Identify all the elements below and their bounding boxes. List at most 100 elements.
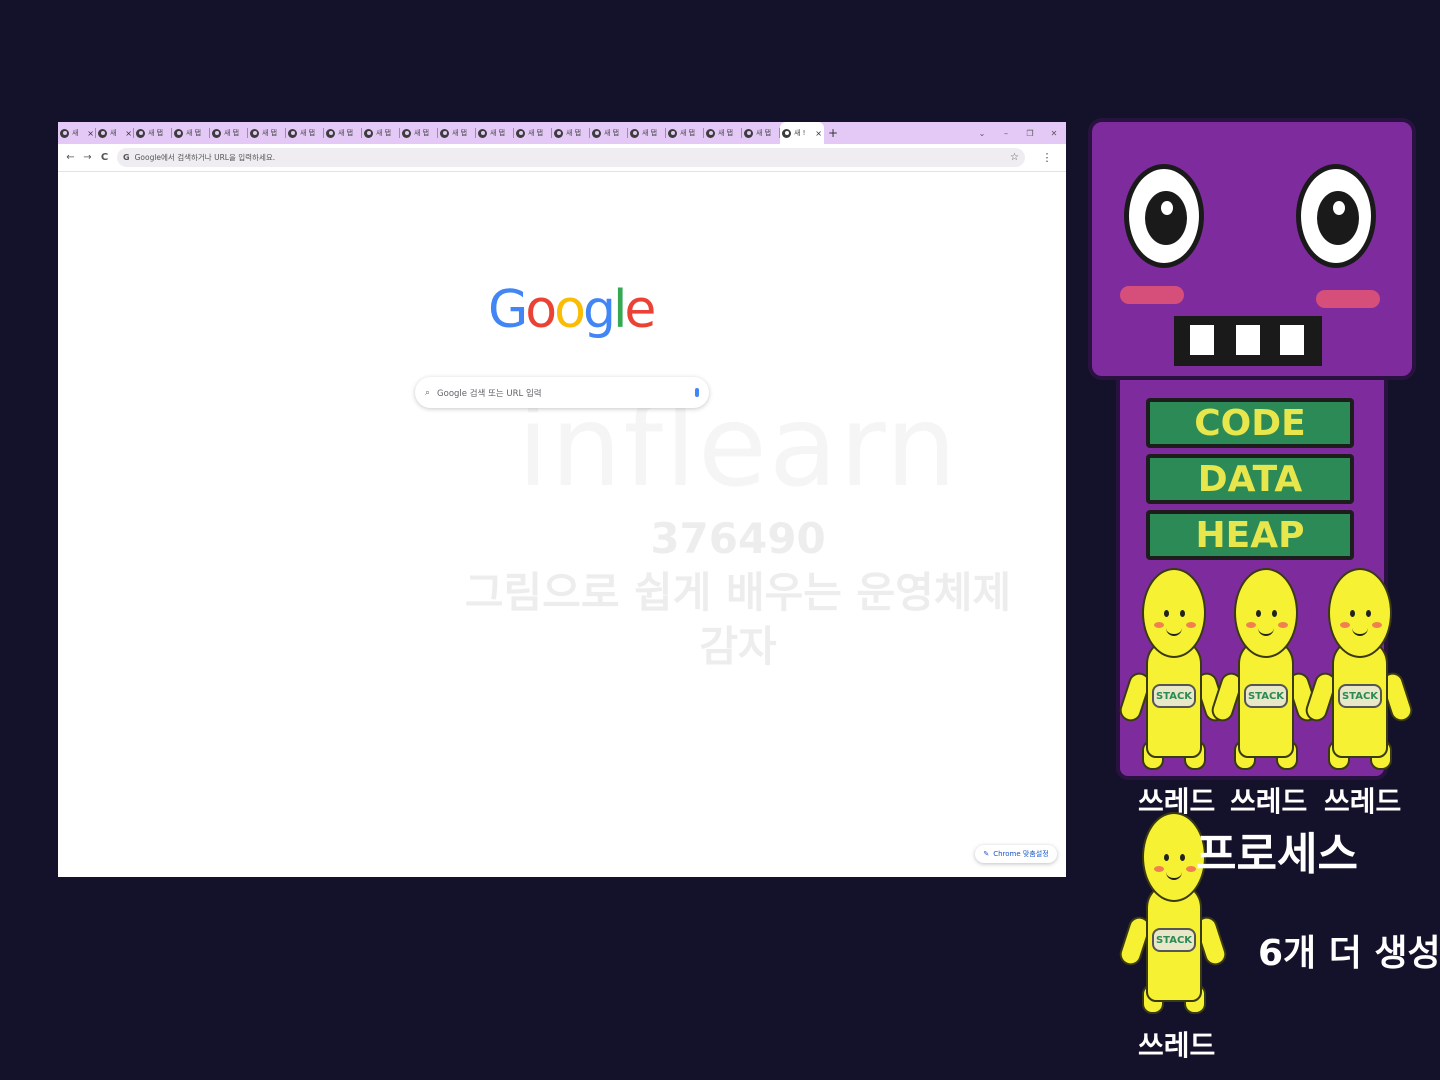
tab-label: 새 탭 — [300, 129, 316, 137]
chrome-favicon-icon — [668, 128, 677, 138]
browser-tab[interactable]: 새 탭 — [590, 122, 628, 144]
tab-label: 새 탭 — [148, 129, 164, 137]
chrome-favicon-icon — [592, 128, 601, 138]
address-bar-placeholder: Google에서 검색하거나 URL을 입력하세요. — [134, 153, 276, 162]
google-search-box[interactable]: ⌕ Google 검색 또는 URL 입력 — [415, 377, 709, 408]
microphone-icon[interactable] — [695, 388, 699, 397]
browser-tab[interactable]: 새 × — [96, 122, 134, 144]
google-g-icon: G — [123, 153, 130, 162]
browser-tab[interactable]: 새 탭 — [248, 122, 286, 144]
tab-search-icon[interactable]: ⌄ — [970, 129, 994, 138]
chrome-favicon-icon — [554, 128, 563, 138]
browser-tab[interactable]: 새 탭 — [704, 122, 742, 144]
browser-tab[interactable]: 새 탭 — [438, 122, 476, 144]
browser-tab[interactable]: 새 탭 — [552, 122, 590, 144]
tab-label: 새 탭 — [414, 129, 430, 137]
robot-teeth — [1174, 316, 1322, 366]
forward-icon[interactable]: → — [79, 152, 96, 163]
tab-close-icon[interactable]: × — [87, 129, 94, 138]
chrome-menu-icon[interactable]: ⋮ — [1035, 151, 1059, 164]
google-logo-letter: G — [488, 280, 528, 340]
restore-icon[interactable]: ❐ — [1018, 129, 1042, 138]
chrome-favicon-icon — [516, 128, 525, 138]
robot-left-cheek — [1120, 286, 1184, 304]
stack-badge: STACK — [1244, 684, 1288, 708]
customize-chrome-button[interactable]: ✎ Chrome 맞춤설정 — [975, 845, 1057, 863]
tab-close-icon[interactable]: × — [815, 129, 822, 138]
tab-label: 새 탭 — [338, 129, 354, 137]
chrome-favicon-icon — [326, 128, 335, 138]
browser-tab[interactable]: 새 탭 — [172, 122, 210, 144]
browser-tab[interactable]: 새 탭 — [476, 122, 514, 144]
tab-label: 새 탭 — [756, 129, 772, 137]
chrome-favicon-icon — [440, 128, 449, 138]
tab-label: 새 — [72, 129, 79, 137]
window-controls: ⌄ – ❐ ✕ — [970, 129, 1066, 138]
tab-label: 새 탭 — [604, 129, 620, 137]
browser-tab[interactable]: 새 × — [58, 122, 96, 144]
thread-label: 쓰레드 — [1230, 785, 1308, 818]
tab-label: 새 탭 — [566, 129, 582, 137]
robot-left-eye — [1124, 164, 1204, 268]
thread-character: STACK — [1116, 568, 1230, 778]
google-logo-letter: g — [582, 280, 616, 340]
chrome-favicon-icon — [364, 128, 373, 138]
thread-character: STACK — [1208, 568, 1322, 778]
new-tab-button[interactable]: + — [824, 126, 842, 140]
tab-strip: 새 × 새 × 새 탭새 탭새 탭새 탭새 탭새 탭새 탭새 탭새 탭새 탭새 탭새 탭… — [58, 122, 1066, 144]
minimize-icon[interactable]: – — [994, 129, 1018, 138]
browser-tab[interactable]: 새 탭 — [514, 122, 552, 144]
thread-character: STACK — [1302, 568, 1416, 778]
search-icon: ⌕ — [425, 387, 431, 398]
close-window-icon[interactable]: ✕ — [1042, 129, 1066, 138]
chrome-favicon-icon — [288, 128, 297, 138]
search-placeholder: Google 검색 또는 URL 입력 — [437, 388, 542, 399]
chrome-favicon-icon — [744, 128, 753, 138]
tab-label: 새 — [110, 129, 117, 137]
browser-tab[interactable]: 새 탭 — [666, 122, 704, 144]
browser-tab[interactable]: 새 탭 — [400, 122, 438, 144]
browser-tab[interactable]: 새 ! × — [780, 122, 824, 144]
watermark-suffix: 감자 — [699, 622, 777, 671]
browser-tab[interactable]: 새 탭 — [362, 122, 400, 144]
google-logo: Google — [488, 280, 656, 340]
stack-badge: STACK — [1152, 684, 1196, 708]
chrome-favicon-icon — [98, 128, 107, 138]
google-logo-letter: o — [554, 280, 586, 340]
browser-tab[interactable]: 새 탭 — [286, 122, 324, 144]
browser-toolbar: ← → C G Google에서 검색하거나 URL을 입력하세요. ☆ ⋮ — [58, 144, 1066, 172]
tab-label: 새 탭 — [528, 129, 544, 137]
google-logo-letter: l — [612, 280, 628, 340]
reload-icon[interactable]: C — [96, 152, 113, 163]
chrome-favicon-icon — [478, 128, 487, 138]
chrome-favicon-icon — [60, 128, 69, 138]
create-more-note: 6개 더 생성 — [1258, 933, 1440, 974]
chrome-favicon-icon — [174, 128, 183, 138]
tab-label: 새 탭 — [186, 129, 202, 137]
address-bar[interactable]: G Google에서 검색하거나 URL을 입력하세요. ☆ — [117, 148, 1025, 167]
browser-tab[interactable]: 새 탭 — [210, 122, 248, 144]
thread-label: 쓰레드 — [1138, 785, 1216, 818]
thread-label: 쓰레드 — [1324, 785, 1402, 818]
tab-close-icon[interactable]: × — [125, 129, 132, 138]
browser-tab[interactable]: 새 탭 — [324, 122, 362, 144]
bookmark-star-icon[interactable]: ☆ — [1010, 152, 1019, 163]
tab-label: 새 탭 — [680, 129, 696, 137]
process-label: 프로세스 — [1196, 829, 1358, 880]
google-logo-letter: e — [624, 280, 656, 340]
browser-tab[interactable]: 새 탭 — [134, 122, 172, 144]
chrome-favicon-icon — [136, 128, 145, 138]
back-icon[interactable]: ← — [62, 152, 79, 163]
tab-label: 새 탭 — [224, 129, 240, 137]
data-segment: DATA — [1146, 454, 1354, 504]
robot-right-eye — [1296, 164, 1376, 268]
browser-tab[interactable]: 새 탭 — [628, 122, 666, 144]
tab-label: 새 탭 — [642, 129, 658, 137]
chrome-favicon-icon — [402, 128, 411, 138]
code-segment: CODE — [1146, 398, 1354, 448]
browser-tab[interactable]: 새 탭 — [742, 122, 780, 144]
chrome-favicon-icon — [250, 128, 259, 138]
stack-badge: STACK — [1338, 684, 1382, 708]
customize-chrome-label: Chrome 맞춤설정 — [993, 850, 1049, 858]
tab-label: 새 탭 — [718, 129, 734, 137]
